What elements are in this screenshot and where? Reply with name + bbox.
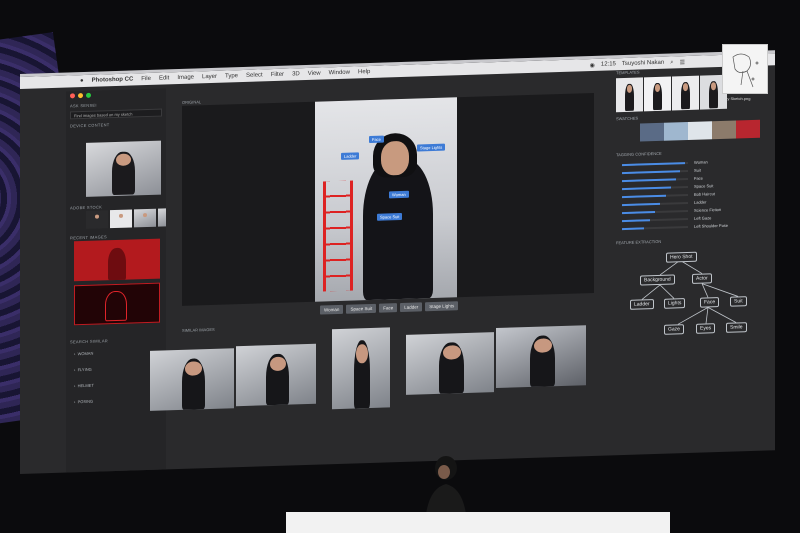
thumb-face <box>118 213 124 218</box>
thumb-face <box>116 153 131 166</box>
recent-image-red-portrait[interactable] <box>74 238 160 282</box>
projected-screen: ● Photoshop CC File Edit Image Layer Typ… <box>20 50 775 475</box>
close-window-button[interactable] <box>70 93 75 99</box>
menu-layer[interactable]: Layer <box>202 74 217 80</box>
menu-view[interactable]: View <box>308 71 321 77</box>
thumb-figure <box>108 247 126 281</box>
menu-type[interactable]: Type <box>225 73 238 79</box>
menubar-user[interactable]: Tsuyoshi Nakan <box>622 59 664 67</box>
feature-tree-lines <box>641 259 739 325</box>
similar-item-label: FLYING <box>77 366 92 373</box>
templates-label: TEMPLATES <box>616 69 640 76</box>
menu-image[interactable]: Image <box>177 75 194 82</box>
wifi-icon[interactable]: ◉ <box>590 61 595 68</box>
insights-panel: TEMPLATES SWATCHES TAGGING CONFIDENCE Wo… <box>608 69 768 458</box>
menu-window[interactable]: Window <box>329 70 350 77</box>
tree-node-background[interactable]: Background <box>640 274 675 286</box>
ask-sensei-panel: ASK SENSEI Find images based on my sketc… <box>66 88 166 475</box>
spotlight-search-icon[interactable]: ⌕ <box>670 59 673 66</box>
apple-icon[interactable]: ● <box>80 78 84 84</box>
similar-item-posing[interactable]: › POSING <box>74 399 93 405</box>
woman-body-shape <box>363 158 433 301</box>
thumb-face <box>94 214 100 219</box>
menu-filter[interactable]: Filter <box>271 72 284 78</box>
similar-item-flying[interactable]: › FLYING <box>74 367 92 373</box>
adobe-stock-label: ADOBE STOCK <box>70 204 103 211</box>
sketch-filename: My Sketch.png <box>724 96 751 101</box>
stock-thumb-2[interactable] <box>110 209 132 229</box>
stock-thumb-4[interactable] <box>158 208 166 227</box>
tag-chip-face[interactable]: Face <box>379 303 398 313</box>
menu-edit[interactable]: Edit <box>159 75 169 81</box>
photo-tag-face[interactable]: Face <box>369 135 384 144</box>
minimize-window-button[interactable] <box>78 93 83 99</box>
tag-chip-ladder[interactable]: Ladder <box>400 302 423 313</box>
photo-tag-space-suit[interactable]: Space Suit <box>377 212 403 221</box>
silhouette-outline <box>105 290 127 322</box>
original-photo[interactable]: Face Ladder Stage Lights Woman Space Sui… <box>315 97 457 302</box>
tree-node-gaze[interactable]: Gaze <box>664 324 684 335</box>
similar-image-5[interactable] <box>496 325 586 389</box>
similar-image-1[interactable] <box>150 348 234 411</box>
zoom-window-button[interactable] <box>86 92 91 98</box>
menu-select[interactable]: Select <box>246 72 263 79</box>
similar-item-label: HELMET <box>77 382 94 389</box>
app-name-menu[interactable]: Photoshop CC <box>92 76 134 83</box>
similar-item-label: POSING <box>77 398 94 405</box>
image-canvas[interactable]: Face Ladder Stage Lights Woman Space Sui… <box>182 92 594 306</box>
menu-3d[interactable]: 3D <box>292 71 300 77</box>
tree-node-suit[interactable]: Suit <box>730 296 747 307</box>
sketch-drawing <box>732 53 759 88</box>
window-controls <box>70 92 91 99</box>
menubar-clock: 12:15 <box>600 60 616 68</box>
podium <box>286 512 670 533</box>
menu-help[interactable]: Help <box>358 69 370 75</box>
tree-node-actor[interactable]: Actor <box>692 273 712 284</box>
original-label: ORIGINAL <box>182 99 202 105</box>
tag-chip-space-suit[interactable]: Space Suit <box>346 303 377 314</box>
presenter-silhouette <box>426 456 466 514</box>
tree-node-smile[interactable]: Smile <box>726 322 747 333</box>
photo-tag-stage-lights[interactable]: Stage Lights <box>417 143 446 152</box>
stage-backdrop: ● Photoshop CC File Edit Image Layer Typ… <box>0 0 800 533</box>
device-content-label: DEVICE CONTENT <box>70 122 110 129</box>
my-sketch-thumbnail[interactable] <box>722 44 768 94</box>
tree-node-ladder[interactable]: Ladder <box>630 299 654 310</box>
tree-node-face[interactable]: Face <box>700 297 720 308</box>
similar-item-woman[interactable]: › WOMAN <box>74 351 93 357</box>
recent-image-red-silhouette[interactable] <box>74 282 160 326</box>
tag-chip-stage-lights[interactable]: Stage Lights <box>425 301 459 312</box>
tag-chip-bar: Woman Space Suit Face Ladder Stage Light… <box>320 301 459 315</box>
tree-node-hero-shot[interactable]: Hero Shot <box>666 251 697 263</box>
tree-node-lights[interactable]: Lights <box>664 298 686 309</box>
woman-face-shape <box>381 140 409 176</box>
sketch-search-input[interactable]: Find images based on my sketch <box>70 108 162 120</box>
similar-item-helmet[interactable]: › HELMET <box>74 383 94 389</box>
thumb-face <box>142 212 148 218</box>
similar-image-4[interactable] <box>406 332 494 395</box>
stock-thumb-3[interactable] <box>134 208 156 228</box>
stock-thumb-1[interactable] <box>86 210 108 229</box>
panel-title: ASK SENSEI <box>70 102 97 109</box>
similar-item-label: WOMAN <box>77 350 94 357</box>
similar-image-2[interactable] <box>236 343 316 407</box>
ladder-shape <box>323 180 353 292</box>
device-content-thumb[interactable] <box>86 140 161 197</box>
tree-node-eyes[interactable]: Eyes <box>696 323 716 334</box>
notification-center-icon[interactable]: ☰ <box>680 59 685 66</box>
photo-tag-ladder[interactable]: Ladder <box>341 152 360 160</box>
similar-images-label: SIMILAR IMAGES <box>182 326 215 333</box>
search-similar-label: SEARCH SIMILAR <box>70 338 108 345</box>
similar-image-3[interactable] <box>332 327 390 410</box>
photo-tag-woman[interactable]: Woman <box>389 190 409 199</box>
menu-file[interactable]: File <box>141 76 151 82</box>
tag-chip-woman[interactable]: Woman <box>320 304 344 315</box>
